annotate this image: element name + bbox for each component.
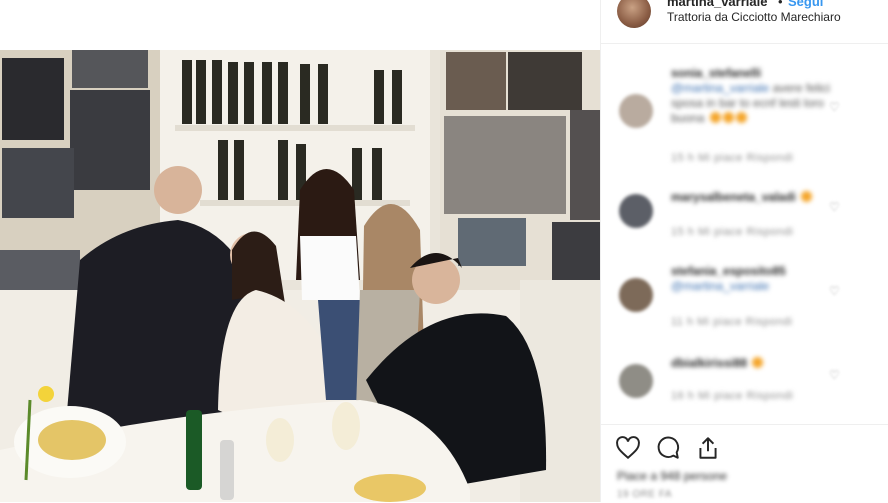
author-username[interactable]: martina_varriale xyxy=(667,0,767,9)
follow-button[interactable]: Segui xyxy=(788,0,823,9)
comment-icon[interactable] xyxy=(655,435,681,461)
post-sidebar: martina_varriale • Segui Trattoria da Ci… xyxy=(600,0,888,502)
post-header: martina_varriale • Segui Trattoria da Ci… xyxy=(601,0,888,44)
share-icon[interactable] xyxy=(695,435,721,461)
commenter-avatar[interactable] xyxy=(619,194,653,228)
post-photo[interactable] xyxy=(0,50,600,502)
comment-meta[interactable]: 16 h Mi piace Rispondi xyxy=(671,390,793,402)
comment-mention[interactable]: @martina_varriale xyxy=(671,81,769,95)
like-comment-heart-icon[interactable]: ♡ xyxy=(829,200,840,214)
comment-item: dbialkirissi88 16 h Mi piace Rispondi ♡ xyxy=(617,356,877,406)
likes-count[interactable]: Piace a 948 persone xyxy=(617,469,727,483)
commenter-username[interactable]: dbialkirissi88 xyxy=(671,356,747,370)
comment-text: sonia_stefanelli @martina_varriale avere… xyxy=(671,66,847,126)
emoji-icon xyxy=(735,112,747,123)
comment-text: stefania_esposito85 @martina_varriale xyxy=(671,264,847,294)
commenter-username[interactable]: marysalbeneta_valadi xyxy=(671,190,796,204)
top-margin xyxy=(0,0,600,50)
comment-item: sonia_stefanelli @martina_varriale avere… xyxy=(617,66,877,166)
photo-illustration xyxy=(0,50,600,502)
comment-text: marysalbeneta_valadi xyxy=(671,190,847,205)
comment-meta[interactable]: 15 h Mi piace Rispondi xyxy=(671,152,793,164)
commenter-username[interactable]: stefania_esposito85 xyxy=(671,264,786,278)
post-location[interactable]: Trattoria da Cicciotto Marechiaro xyxy=(667,10,841,24)
post-date: 19 ORE FA xyxy=(617,489,673,500)
like-comment-heart-icon[interactable]: ♡ xyxy=(829,368,840,382)
comment-item: stefania_esposito85 @martina_varriale 11… xyxy=(617,264,877,334)
emoji-icon xyxy=(709,112,721,123)
comment-text: dbialkirissi88 xyxy=(671,356,847,371)
author-avatar[interactable] xyxy=(617,0,651,28)
commenter-avatar[interactable] xyxy=(619,94,653,128)
commenter-username[interactable]: sonia_stefanelli xyxy=(671,66,761,80)
comment-mention[interactable]: @martina_varriale xyxy=(671,279,769,293)
comment-meta[interactable]: 15 h Mi piace Rispondi xyxy=(671,226,793,238)
like-comment-heart-icon[interactable]: ♡ xyxy=(829,100,840,114)
comments-list[interactable]: sonia_stefanelli @martina_varriale avere… xyxy=(601,44,888,424)
emoji-icon xyxy=(801,191,813,202)
heart-icon[interactable] xyxy=(615,435,641,461)
emoji-icon xyxy=(752,357,764,368)
commenter-avatar[interactable] xyxy=(619,364,653,398)
like-comment-heart-icon[interactable]: ♡ xyxy=(829,284,840,298)
emoji-icon xyxy=(722,112,734,123)
comment-meta[interactable]: 11 h Mi piace Rispondi xyxy=(671,316,792,328)
comment-item: marysalbeneta_valadi 15 h Mi piace Rispo… xyxy=(617,190,877,240)
post-actions: Piace a 948 persone 19 ORE FA xyxy=(601,424,888,503)
commenter-avatar[interactable] xyxy=(619,278,653,312)
separator-dot: • xyxy=(778,0,783,9)
